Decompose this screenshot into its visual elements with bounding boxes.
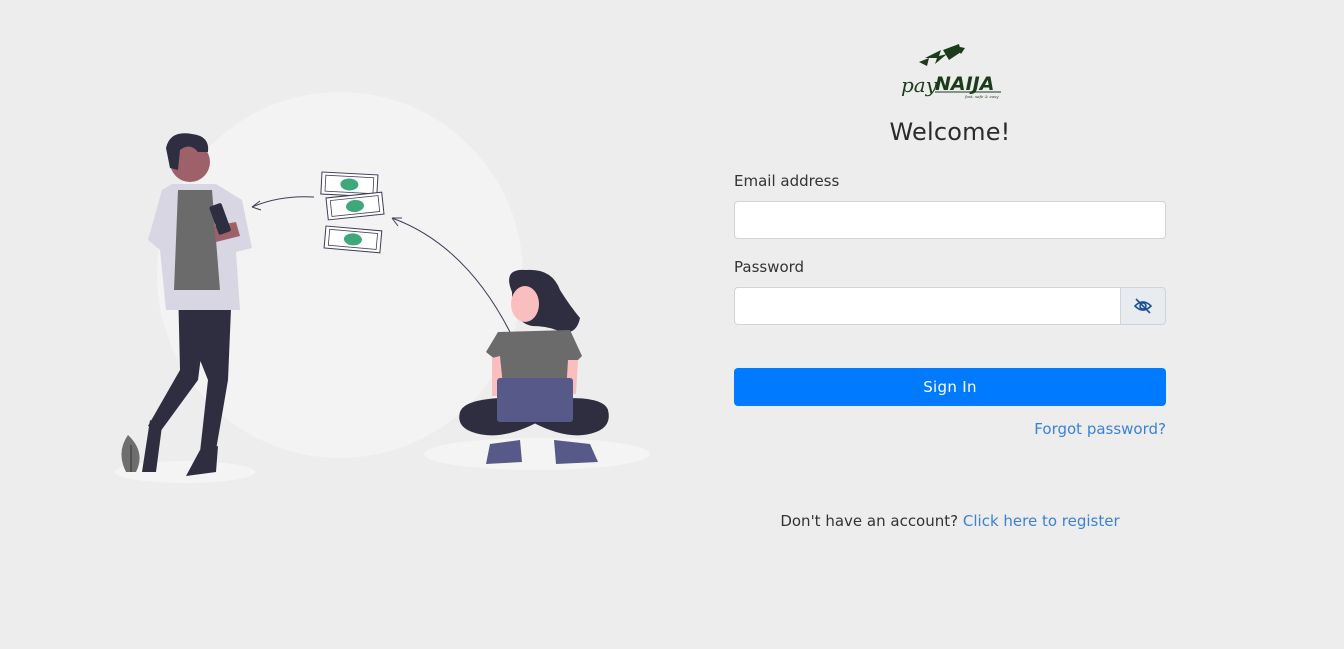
page-title: Welcome! xyxy=(889,118,1011,146)
payment-illustration xyxy=(115,92,650,483)
email-group: Email address xyxy=(734,172,1166,239)
plant-icon xyxy=(121,435,140,472)
email-input[interactable] xyxy=(734,201,1166,239)
cash-bills-icon xyxy=(320,171,385,254)
password-group: Password xyxy=(734,258,1166,325)
sign-in-button[interactable]: Sign In xyxy=(734,368,1166,406)
forgot-row: Forgot password? xyxy=(734,419,1166,438)
login-form: pay NAIJA fast, safe & easy Welcome! Ema… xyxy=(734,40,1166,530)
email-label: Email address xyxy=(734,172,840,190)
laptop xyxy=(497,378,573,422)
register-link[interactable]: Click here to register xyxy=(963,512,1120,530)
ground-shadow-right xyxy=(424,438,650,470)
logo-tagline: fast, safe & easy xyxy=(964,94,999,99)
eye-slash-icon xyxy=(1133,298,1153,314)
forgot-password-link[interactable]: Forgot password? xyxy=(1034,420,1166,438)
register-row: Don't have an account? Click here to reg… xyxy=(734,512,1166,530)
logo-text-pay: pay xyxy=(901,73,938,97)
login-page: pay NAIJA fast, safe & easy Welcome! Ema… xyxy=(0,0,1344,649)
password-row xyxy=(734,287,1166,325)
password-label: Password xyxy=(734,258,805,276)
paynaija-logo: pay NAIJA fast, safe & easy xyxy=(901,44,1001,99)
register-prompt: Don't have an account? xyxy=(780,512,959,530)
password-input[interactable] xyxy=(734,287,1121,325)
toggle-password-visibility-button[interactable] xyxy=(1121,287,1166,325)
